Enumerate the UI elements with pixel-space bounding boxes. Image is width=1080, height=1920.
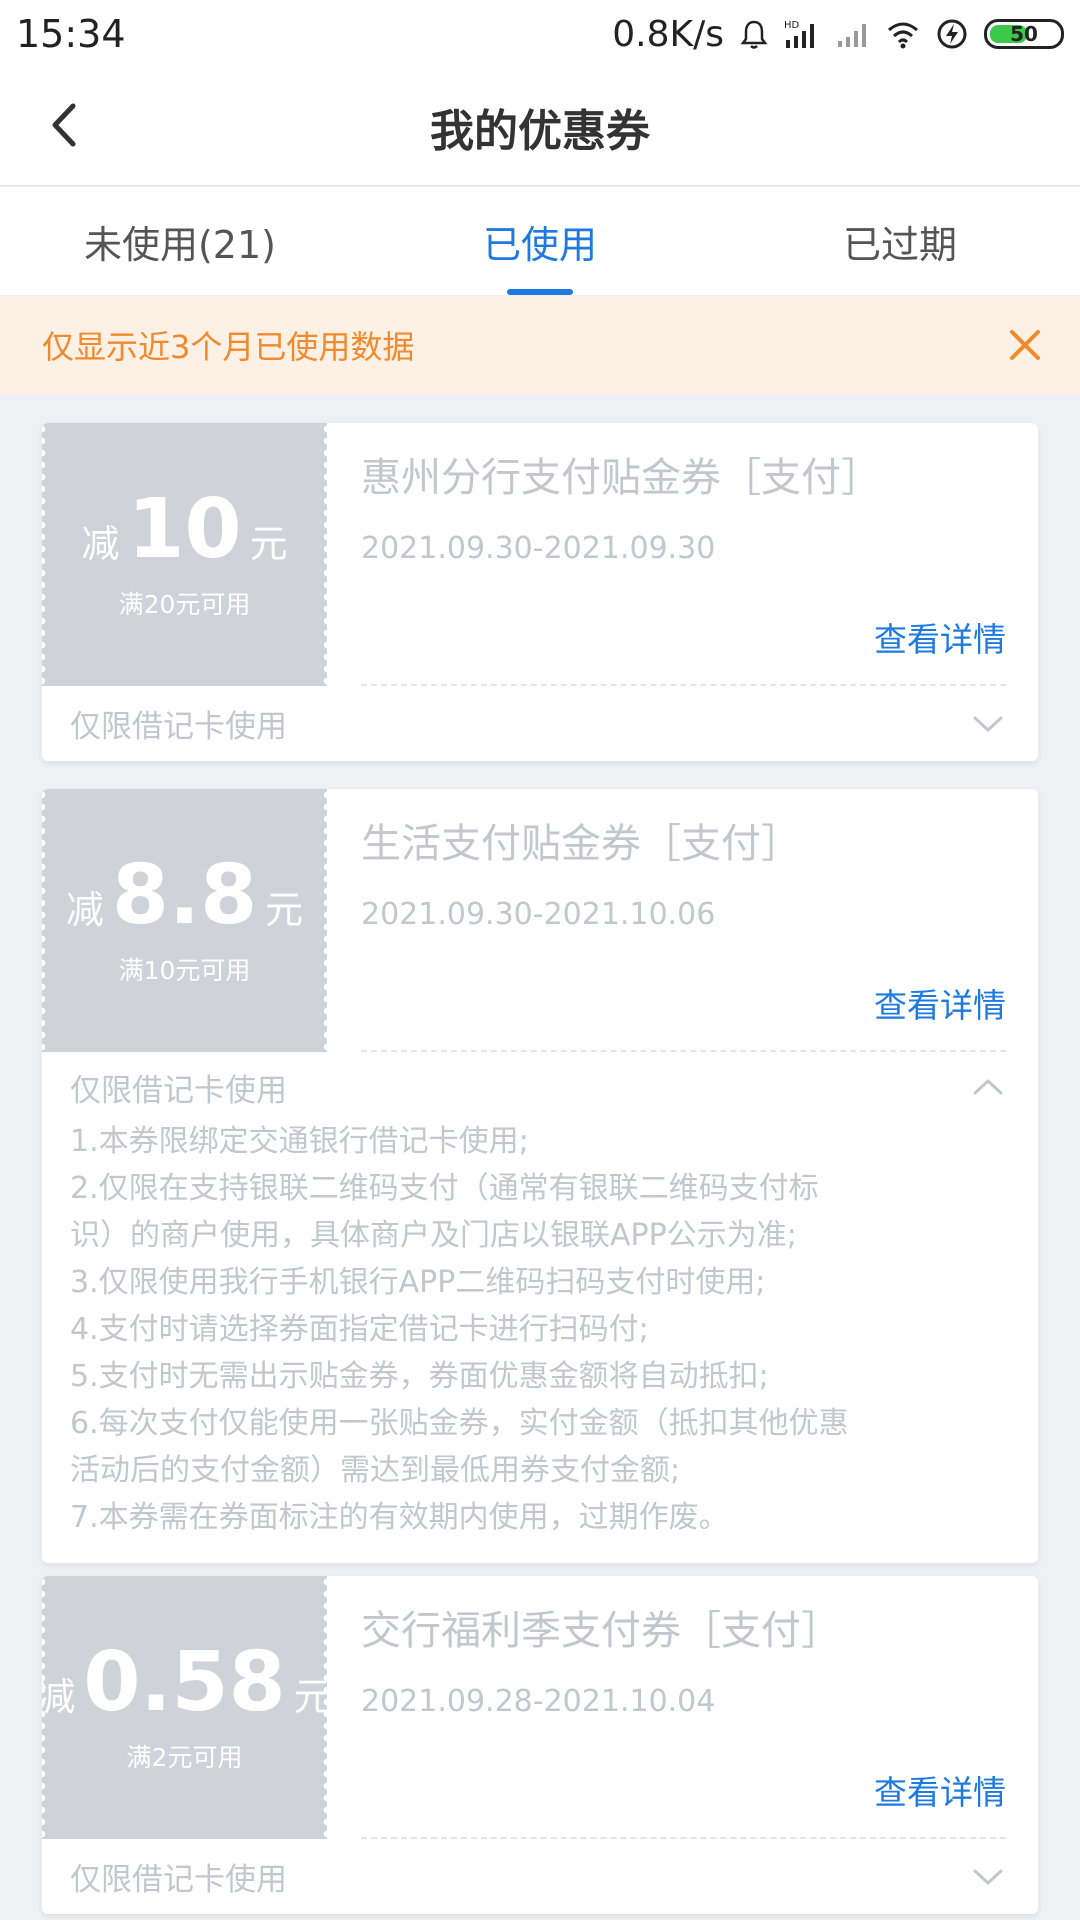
divider <box>361 1837 1006 1839</box>
coupon-card: 减 8.8 元 满10元可用 生活支付贴金券［支付］ 2021.09.30-20… <box>42 789 1038 1563</box>
coupon-amount-stub: 减 10 元 满20元可用 <box>42 423 327 686</box>
network-speed: 0.8K/s <box>612 13 724 55</box>
amount-unit: 元 <box>293 1674 332 1719</box>
back-button[interactable] <box>30 90 100 160</box>
rule-line: 5.支付时无需出示贴金券，券面优惠金额将自动抵扣; <box>70 1359 769 1394</box>
coupon-date: 2021.09.28-2021.10.04 <box>361 1684 716 1719</box>
status-icons: 0.8K/s HD 50 <box>612 14 1064 55</box>
chevron-down-icon <box>968 1857 1008 1897</box>
close-icon <box>1010 330 1040 360</box>
status-bar: 15:34 0.8K/s HD 50 <box>0 0 1080 68</box>
bell-icon <box>740 19 768 49</box>
hd-signal-icon: HD <box>784 18 820 50</box>
coupon-limit-toggle[interactable]: 仅限借记卡使用 <box>42 1052 1038 1122</box>
coupon-limit-toggle[interactable]: 仅限借记卡使用 <box>42 686 1038 761</box>
rule-line: 3.仅限使用我行手机银行APP二维码扫码支付时使用; <box>70 1265 766 1300</box>
notice-text: 仅显示近3个月已使用数据 <box>42 328 415 366</box>
tab-bar: 未使用(21) 已使用 已过期 <box>0 187 1080 295</box>
coupon-info: 惠州分行支付贴金券［支付］ 2021.09.30-2021.09.30 查看详情 <box>327 423 1038 686</box>
coupon-name: 惠州分行支付贴金券［支付］ <box>361 455 881 501</box>
rule-line: 识）的商户使用，具体商户及门店以银联APP公示为准; <box>70 1218 797 1253</box>
coupon-amount-stub: 减 0.58 元 满2元可用 <box>42 1576 332 1839</box>
status-time: 15:34 <box>16 12 126 56</box>
coupon-limit-toggle[interactable]: 仅限借记卡使用 <box>42 1839 1038 1914</box>
coupon-info: 交行福利季支付券［支付］ 2021.09.28-2021.10.04 查看详情 <box>327 1576 1038 1839</box>
amount-value: 0.58 <box>83 1634 286 1730</box>
rule-line: 活动后的支付金额）需达到最低用券支付金额; <box>70 1453 681 1488</box>
notice-close-button[interactable] <box>1000 320 1050 370</box>
amount-value: 10 <box>127 481 242 577</box>
tab-unused[interactable]: 未使用(21) <box>0 187 360 295</box>
coupon-name: 交行福利季支付券［支付］ <box>361 1608 841 1654</box>
rule-line: 2.仅限在支持银联二维码支付（通常有银联二维码支付标 <box>70 1171 819 1206</box>
chevron-up-icon <box>968 1067 1008 1107</box>
amount-condition: 满20元可用 <box>118 589 251 619</box>
coupon-info: 生活支付贴金券［支付］ 2021.09.30-2021.10.06 查看详情 <box>327 789 1038 1052</box>
coupon-name: 生活支付贴金券［支付］ <box>361 821 801 867</box>
divider <box>361 1050 1006 1052</box>
divider <box>361 684 1006 686</box>
limit-text: 仅限借记卡使用 <box>70 1862 287 1898</box>
rule-line: 1.本券限绑定交通银行借记卡使用; <box>70 1124 529 1159</box>
coupon-card: 减 10 元 满20元可用 惠州分行支付贴金券［支付］ 2021.09.30-2… <box>42 423 1038 761</box>
amount-condition: 满2元可用 <box>126 1742 243 1772</box>
view-details-link[interactable]: 查看详情 <box>874 1766 1006 1814</box>
limit-text: 仅限借记卡使用 <box>70 1072 287 1109</box>
chevron-down-icon <box>968 704 1008 744</box>
notice-banner: 仅显示近3个月已使用数据 <box>0 296 1080 394</box>
rule-line: 4.支付时请选择券面指定借记卡进行扫码付; <box>70 1312 649 1347</box>
view-details-link[interactable]: 查看详情 <box>874 979 1006 1027</box>
page-title: 我的优惠券 <box>430 105 650 157</box>
rule-line: 7.本券需在券面标注的有效期内使用，过期作废。 <box>70 1500 729 1535</box>
header: 我的优惠券 <box>0 68 1080 186</box>
amount-value: 8.8 <box>111 847 258 943</box>
amount-unit: 元 <box>265 887 304 932</box>
active-tab-indicator <box>507 289 573 295</box>
battery-icon: 50 <box>984 19 1064 49</box>
svg-text:HD: HD <box>784 20 800 31</box>
amount-prefix: 减 <box>65 887 104 932</box>
view-details-link[interactable]: 查看详情 <box>874 613 1006 661</box>
amount-unit: 元 <box>249 521 288 566</box>
amount-prefix: 减 <box>81 521 120 566</box>
coupon-amount-stub: 减 8.8 元 满10元可用 <box>42 789 327 1052</box>
tab-expired[interactable]: 已过期 <box>720 187 1080 295</box>
tab-used[interactable]: 已使用 <box>360 187 720 295</box>
coupon-card: 减 0.58 元 满2元可用 交行福利季支付券［支付］ 2021.09.28-2… <box>42 1576 1038 1914</box>
coupon-date: 2021.09.30-2021.10.06 <box>361 897 716 932</box>
charging-icon <box>936 18 968 50</box>
amount-prefix: 减 <box>42 1674 76 1719</box>
rule-line: 6.每次支付仅能使用一张贴金券，实付金额（抵扣其他优惠 <box>70 1406 849 1441</box>
wifi-icon <box>886 19 920 49</box>
coupon-rules: 1.本券限绑定交通银行借记卡使用; 2.仅限在支持银联二维码支付（通常有银联二维… <box>42 1118 1038 1563</box>
limit-text: 仅限借记卡使用 <box>70 709 287 745</box>
chevron-left-icon <box>52 103 76 147</box>
amount-condition: 满10元可用 <box>118 955 251 985</box>
signal-icon <box>836 19 870 49</box>
coupon-date: 2021.09.30-2021.09.30 <box>361 531 716 566</box>
